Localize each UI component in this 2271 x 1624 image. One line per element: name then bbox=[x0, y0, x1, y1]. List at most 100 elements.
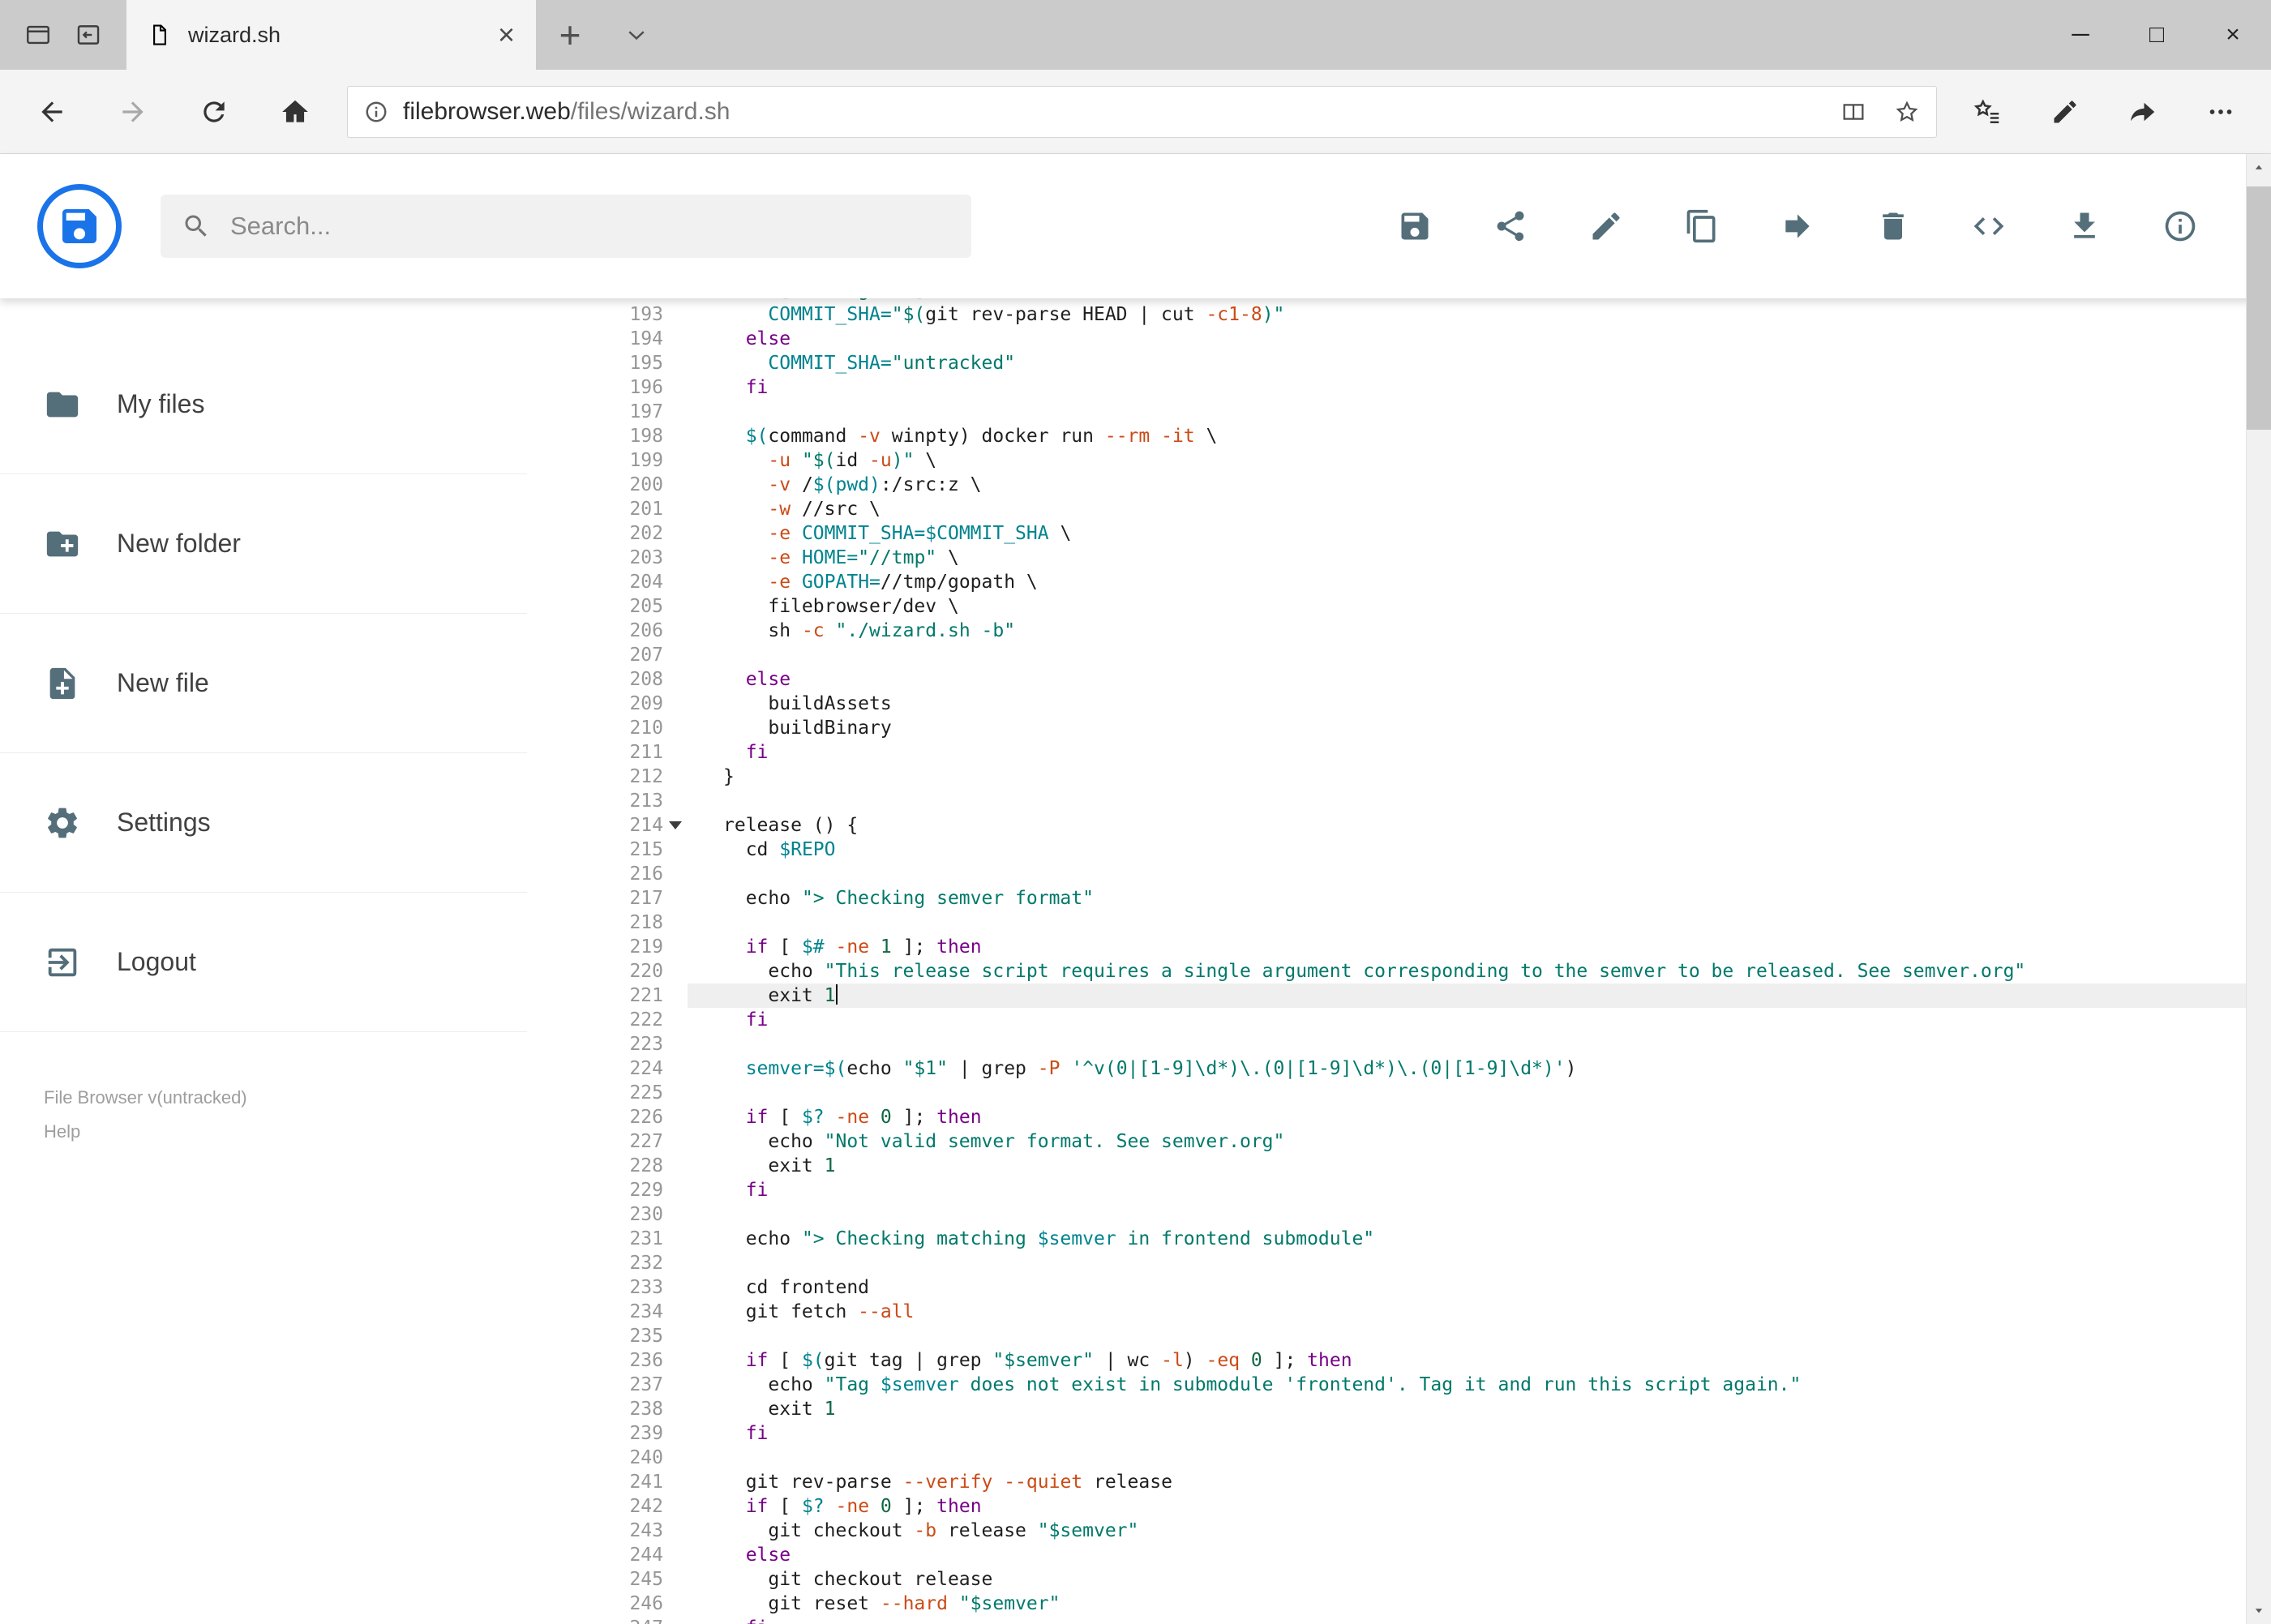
code-line-223[interactable]: 223 bbox=[527, 1032, 2271, 1056]
home-button[interactable] bbox=[255, 70, 336, 153]
web-note-button[interactable] bbox=[2026, 97, 2104, 126]
code-line-227[interactable]: 227 echo "Not valid semver format. See s… bbox=[527, 1129, 2271, 1154]
code-line-207[interactable]: 207 bbox=[527, 643, 2271, 667]
code-line-203[interactable]: 203 -e HOME="//tmp" \ bbox=[527, 546, 2271, 570]
scroll-up-button[interactable] bbox=[2247, 154, 2271, 182]
move-button[interactable] bbox=[1780, 208, 1815, 244]
code-line-210[interactable]: 210 buildBinary bbox=[527, 716, 2271, 740]
refresh-button[interactable] bbox=[174, 70, 255, 153]
code-line-233[interactable]: 233 cd frontend bbox=[527, 1275, 2271, 1300]
code-line-208[interactable]: 208 else bbox=[527, 667, 2271, 692]
code-line-206[interactable]: 206 sh -c "./wizard.sh -b" bbox=[527, 619, 2271, 643]
app-logo[interactable] bbox=[37, 184, 122, 268]
sidebar-item-new-folder[interactable]: New folder bbox=[0, 474, 527, 614]
code-line-218[interactable]: 218 bbox=[527, 911, 2271, 935]
close-button[interactable]: × bbox=[2195, 0, 2271, 70]
info-button[interactable] bbox=[2162, 208, 2198, 244]
code-line-234[interactable]: 234 git fetch --all bbox=[527, 1300, 2271, 1324]
edit-button[interactable] bbox=[1588, 208, 1624, 244]
address-bar[interactable]: filebrowser.web/files/wizard.sh bbox=[347, 85, 1937, 138]
code-button[interactable] bbox=[1971, 208, 2007, 244]
scrollbar-thumb[interactable] bbox=[2247, 186, 2271, 430]
code-line-216[interactable]: 216 bbox=[527, 862, 2271, 886]
scroll-down-button[interactable] bbox=[2247, 1596, 2271, 1624]
code-line-229[interactable]: 229 fi bbox=[527, 1178, 2271, 1202]
code-line-209[interactable]: 209 buildAssets bbox=[527, 692, 2271, 716]
code-line-215[interactable]: 215 cd $REPO bbox=[527, 838, 2271, 862]
code-line-212[interactable]: 212} bbox=[527, 765, 2271, 789]
code-line-239[interactable]: 239 fi bbox=[527, 1421, 2271, 1446]
code-line-196[interactable]: 196 fi bbox=[527, 375, 2271, 400]
code-line-226[interactable]: 226 if [ $? -ne 0 ]; then bbox=[527, 1105, 2271, 1129]
code-line-221[interactable]: 221 exit 1 bbox=[527, 983, 2271, 1008]
tab-list-chevron-button[interactable] bbox=[604, 0, 669, 70]
code-line-245[interactable]: 245 git checkout release bbox=[527, 1567, 2271, 1592]
search-box[interactable] bbox=[161, 195, 971, 258]
code-line-235[interactable]: 235 bbox=[527, 1324, 2271, 1348]
new-tab-button[interactable]: + bbox=[536, 0, 604, 70]
code-line-236[interactable]: 236 if [ $(git tag | grep "$semver" | wc… bbox=[527, 1348, 2271, 1373]
tabs-aside-icon[interactable] bbox=[75, 21, 102, 49]
code-line-232[interactable]: 232 bbox=[527, 1251, 2271, 1275]
code-line-219[interactable]: 219 if [ $# -ne 1 ]; then bbox=[527, 935, 2271, 959]
code-line-237[interactable]: 237 echo "Tag $semver does not exist in … bbox=[527, 1373, 2271, 1397]
code-line-195[interactable]: 195 COMMIT_SHA="untracked" bbox=[527, 351, 2271, 375]
site-info-icon[interactable] bbox=[364, 100, 388, 124]
code-editor[interactable]: 192 if [ -d ".git" ]; then193 COMMIT_SHA… bbox=[527, 298, 2271, 1624]
copy-button[interactable] bbox=[1684, 208, 1720, 244]
code-line-202[interactable]: 202 -e COMMIT_SHA=$COMMIT_SHA \ bbox=[527, 521, 2271, 546]
code-line-205[interactable]: 205 filebrowser/dev \ bbox=[527, 594, 2271, 619]
code-line-220[interactable]: 220 echo "This release script requires a… bbox=[527, 959, 2271, 983]
code-line-231[interactable]: 231 echo "> Checking matching $semver in… bbox=[527, 1227, 2271, 1251]
forward-button[interactable] bbox=[92, 70, 174, 153]
code-line-240[interactable]: 240 bbox=[527, 1446, 2271, 1470]
download-button[interactable] bbox=[2067, 208, 2102, 244]
tab-preview-icon[interactable] bbox=[24, 21, 52, 49]
code-line-224[interactable]: 224 semver=$(echo "$1" | grep -P '^v(0|[… bbox=[527, 1056, 2271, 1081]
settings-more-button[interactable] bbox=[2182, 97, 2260, 126]
code-line-238[interactable]: 238 exit 1 bbox=[527, 1397, 2271, 1421]
delete-button[interactable] bbox=[1875, 208, 1911, 244]
maximize-button[interactable]: □ bbox=[2119, 0, 2195, 70]
code-line-246[interactable]: 246 git reset --hard "$semver" bbox=[527, 1592, 2271, 1616]
code-line-197[interactable]: 197 bbox=[527, 400, 2271, 424]
code-line-213[interactable]: 213 bbox=[527, 789, 2271, 813]
code-line-217[interactable]: 217 echo "> Checking semver format" bbox=[527, 886, 2271, 911]
page-scrollbar[interactable] bbox=[2246, 154, 2271, 1624]
favorites-hub-button[interactable] bbox=[1948, 97, 2026, 126]
fold-arrow-icon[interactable] bbox=[669, 821, 682, 829]
code-line-214[interactable]: 214 release () { bbox=[527, 813, 2271, 838]
browser-tab[interactable]: wizard.sh × bbox=[126, 0, 536, 70]
save-button[interactable] bbox=[1397, 208, 1433, 244]
sidebar-item-logout[interactable]: Logout bbox=[0, 893, 527, 1032]
code-line-247[interactable]: 247 fi bbox=[527, 1616, 2271, 1624]
code-line-199[interactable]: 199 -u "$(id -u)" \ bbox=[527, 448, 2271, 473]
share-button[interactable] bbox=[1493, 208, 1528, 244]
back-button[interactable] bbox=[11, 70, 92, 153]
code-line-198[interactable]: 198 $(command -v winpty) docker run --rm… bbox=[527, 424, 2271, 448]
code-line-243[interactable]: 243 git checkout -b release "$semver" bbox=[527, 1519, 2271, 1543]
reading-view-icon[interactable] bbox=[1840, 99, 1866, 125]
sidebar-item-my-files[interactable]: My files bbox=[0, 335, 527, 474]
sidebar-item-settings[interactable]: Settings bbox=[0, 753, 527, 893]
code-line-242[interactable]: 242 if [ $? -ne 0 ]; then bbox=[527, 1494, 2271, 1519]
code-line-230[interactable]: 230 bbox=[527, 1202, 2271, 1227]
code-line-201[interactable]: 201 -w //src \ bbox=[527, 497, 2271, 521]
code-line-244[interactable]: 244 else bbox=[527, 1543, 2271, 1567]
code-line-194[interactable]: 194 else bbox=[527, 327, 2271, 351]
code-line-241[interactable]: 241 git rev-parse --verify --quiet relea… bbox=[527, 1470, 2271, 1494]
code-line-200[interactable]: 200 -v /$(pwd):/src:z \ bbox=[527, 473, 2271, 497]
tab-close-icon[interactable]: × bbox=[498, 20, 515, 49]
code-line-225[interactable]: 225 bbox=[527, 1081, 2271, 1105]
sidebar-item-new-file[interactable]: New file bbox=[0, 614, 527, 753]
minimize-button[interactable]: ─ bbox=[2042, 0, 2119, 70]
favorite-star-icon[interactable] bbox=[1894, 99, 1920, 125]
code-line-204[interactable]: 204 -e GOPATH=//tmp/gopath \ bbox=[527, 570, 2271, 594]
code-line-228[interactable]: 228 exit 1 bbox=[527, 1154, 2271, 1178]
share-page-button[interactable] bbox=[2104, 97, 2182, 126]
code-line-222[interactable]: 222 fi bbox=[527, 1008, 2271, 1032]
help-link[interactable]: Help bbox=[44, 1115, 527, 1149]
code-line-193[interactable]: 193 COMMIT_SHA="$(git rev-parse HEAD | c… bbox=[527, 302, 2271, 327]
search-input[interactable] bbox=[230, 212, 950, 241]
code-line-211[interactable]: 211 fi bbox=[527, 740, 2271, 765]
